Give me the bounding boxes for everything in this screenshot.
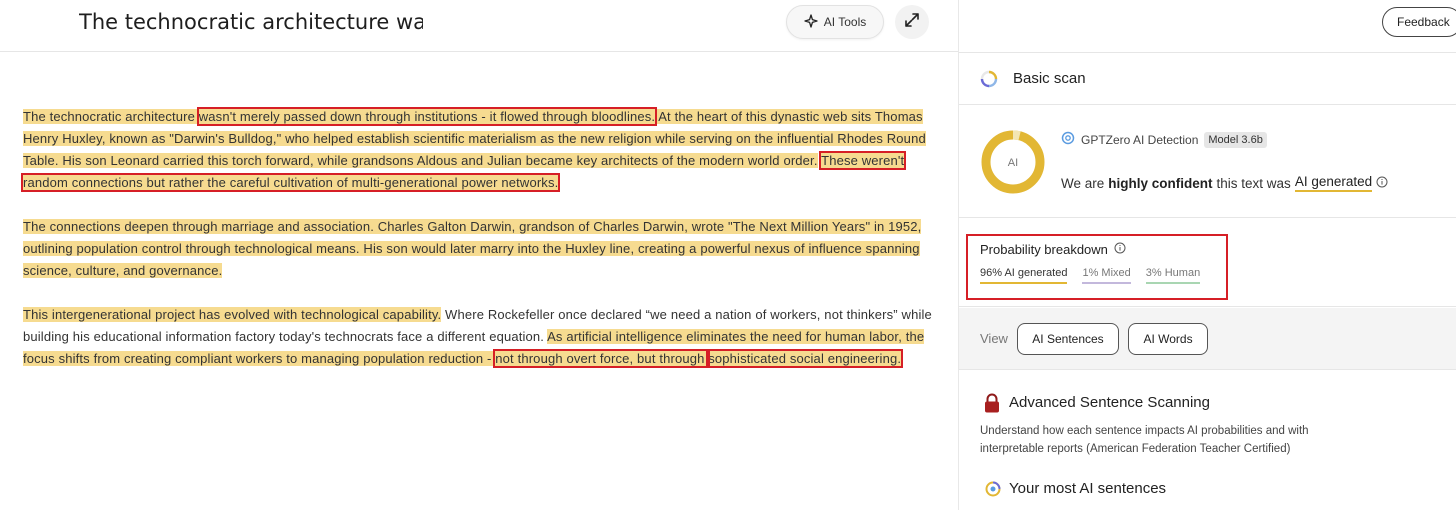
verdict-text: We are highly confident this text was AI…: [1061, 174, 1388, 192]
document-body[interactable]: The technocratic architecture wasn't mer…: [20, 106, 933, 392]
paragraph-3: This intergenerational project has evolv…: [23, 304, 933, 370]
verdict-middle: this text was: [1216, 175, 1291, 191]
basic-scan-label: Basic scan: [1013, 70, 1086, 87]
view-label: View: [980, 331, 1008, 346]
most-ai-sentences-title: Your most AI sentences: [1009, 480, 1167, 497]
basic-scan-section[interactable]: Basic scan: [959, 53, 1456, 105]
expand-icon: [904, 12, 920, 33]
gptzero-logo-icon: [1061, 131, 1075, 148]
prob-ai: 96% AI generated: [980, 267, 1068, 284]
detector-row: GPTZero AI Detection Model 3.6b: [1061, 131, 1267, 148]
sparkle-icon: [804, 13, 818, 31]
lock-icon: [983, 393, 1001, 418]
donut-label: AI: [1008, 157, 1018, 169]
scan-progress-icon: [980, 70, 998, 93]
view-toggle-row: View AI Sentences AI Words: [959, 308, 1456, 370]
ai-tools-label: AI Tools: [823, 15, 867, 29]
model-badge: Model 3.6b: [1204, 131, 1267, 148]
ai-words-button[interactable]: AI Words: [1128, 323, 1208, 355]
feedback-button[interactable]: Feedback: [1382, 7, 1456, 37]
verdict-result[interactable]: AI generated: [1294, 174, 1373, 192]
document-editor: The technocratic architecture wa AI Tool…: [0, 0, 958, 510]
detection-panel: Feedback Basic scan AI GPTZero AI Detect…: [958, 0, 1456, 510]
ai-score-donut: AI: [980, 129, 1046, 200]
probability-breakdown: Probability breakdown 96% AI generated 1…: [959, 219, 1456, 307]
sentence: His son Leonard carried this torch forwa…: [58, 153, 818, 168]
paragraph-1: The technocratic architecture wasn't mer…: [20, 106, 933, 194]
sentence: This intergenerational project has evolv…: [23, 307, 442, 322]
probability-title: Probability breakdown: [980, 242, 1126, 257]
expand-button[interactable]: [895, 5, 929, 39]
verdict-strong: highly confident: [1108, 175, 1213, 191]
document-title[interactable]: The technocratic architecture wa: [79, 8, 423, 38]
ai-tools-button[interactable]: AI Tools: [786, 5, 884, 39]
sentence: The connections deepen through marriage …: [23, 219, 374, 234]
advanced-scanning-title: Advanced Sentence Scanning: [1009, 394, 1210, 411]
probability-title-text: Probability breakdown: [980, 242, 1108, 257]
info-icon[interactable]: [1114, 242, 1126, 257]
editor-header: The technocratic architecture wa AI Tool…: [0, 0, 958, 52]
probability-items: 96% AI generated 1% Mixed 3% Human: [980, 267, 1201, 284]
advanced-scanning-description: Understand how each sentence impacts AI …: [980, 425, 1309, 455]
prob-human: 3% Human: [1145, 267, 1201, 284]
detection-result: AI GPTZero AI Detection Model 3.6b We ar…: [959, 106, 1456, 218]
paragraph-2: The connections deepen through marriage …: [23, 216, 933, 282]
detector-name: GPTZero AI Detection: [1081, 132, 1199, 147]
info-icon[interactable]: [1376, 176, 1388, 191]
ai-sentences-icon: [985, 481, 1001, 502]
prob-mixed: 1% Mixed: [1082, 267, 1131, 284]
annotated-sentence: not through overt force, but through: [493, 349, 711, 368]
annotated-sentence: sophisticated social engineering.: [706, 349, 904, 368]
ai-sentences-button[interactable]: AI Sentences: [1017, 323, 1119, 355]
verdict-prefix: We are: [1061, 175, 1105, 191]
annotated-sentence: wasn't merely passed down through instit…: [196, 107, 658, 126]
sentence: The technocratic architecture: [23, 109, 199, 124]
